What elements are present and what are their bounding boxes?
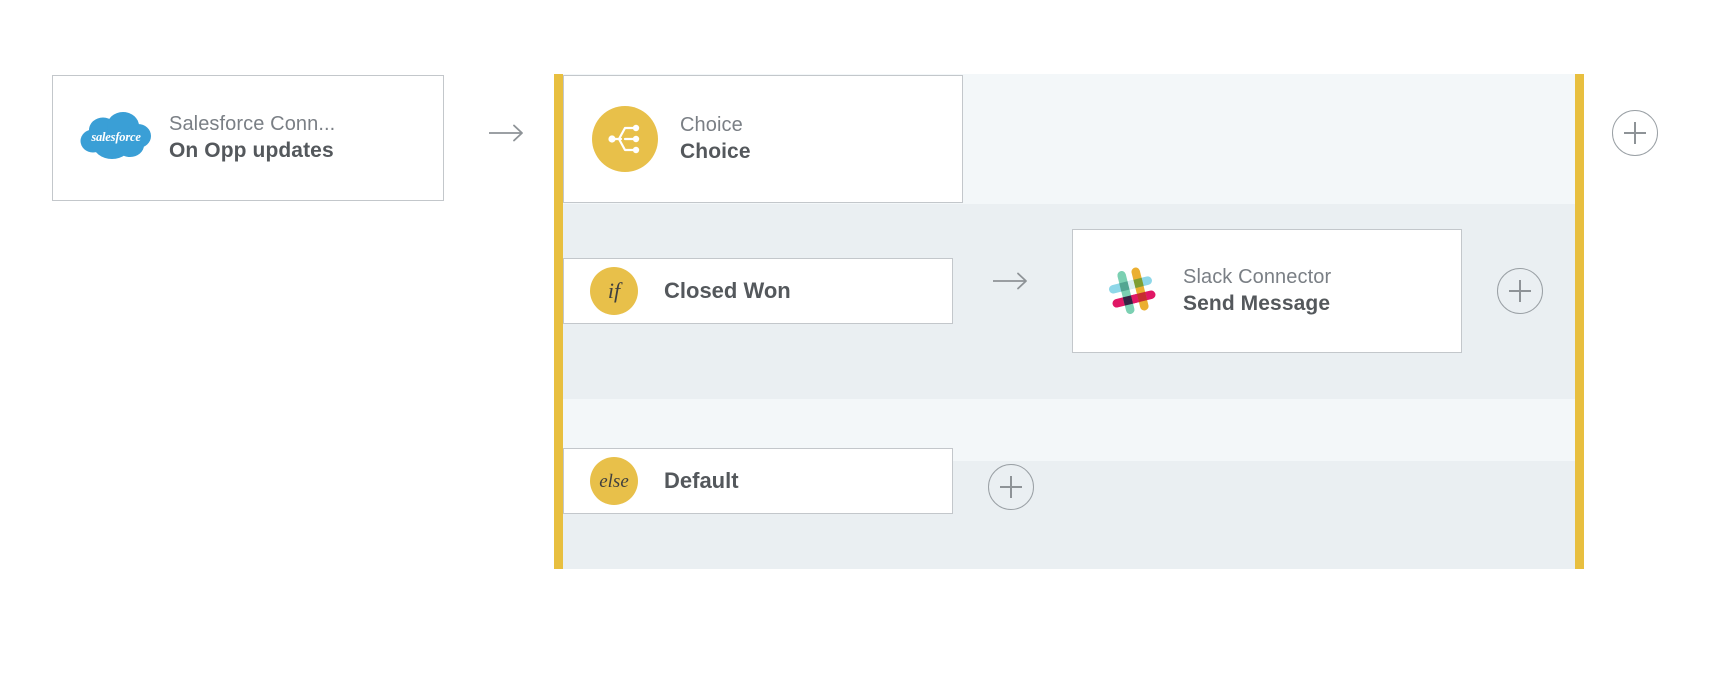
trigger-operation-label: On Opp updates	[169, 139, 334, 163]
if-badge-wrapper: if	[590, 267, 638, 315]
plus-icon-vertical	[1519, 280, 1521, 302]
slack-operation-label: Send Message	[1183, 292, 1331, 316]
slack-connector-label: Slack Connector	[1183, 266, 1332, 288]
branch-card-if[interactable]: if Closed Won	[563, 258, 953, 324]
step-card-slack[interactable]: Slack Connector Send Message	[1072, 229, 1462, 353]
else-badge-icon: else	[590, 457, 638, 505]
arrow-trigger-to-choice-icon	[488, 122, 530, 149]
else-badge-text: else	[599, 470, 629, 492]
slack-logo-icon	[1103, 262, 1161, 320]
branch-card-else[interactable]: else Default	[563, 448, 953, 514]
salesforce-cloud-icon: salesforce	[79, 108, 153, 168]
branch-if-title: Closed Won	[664, 278, 791, 303]
arrow-if-to-slack-icon	[992, 270, 1034, 297]
else-badge-wrapper: else	[590, 457, 638, 505]
choice-operation-label: Choice	[680, 140, 751, 164]
choice-connector-label: Choice	[680, 114, 743, 136]
trigger-card-salesforce[interactable]: salesforce Salesforce Conn... On Opp upd…	[52, 75, 444, 201]
branch-else-title: Default	[664, 468, 739, 493]
add-step-after-slack-button[interactable]	[1497, 268, 1543, 314]
slack-card-text: Slack Connector Send Message	[1183, 265, 1331, 317]
choice-scope-rail-right	[1575, 74, 1584, 569]
choice-icon-wrapper	[592, 106, 658, 172]
flow-canvas: salesforce Salesforce Conn... On Opp upd…	[0, 0, 1712, 684]
choice-scope-rail-left	[554, 74, 563, 569]
choice-card-text: Choice Choice	[680, 113, 751, 165]
add-step-in-else-branch-button[interactable]	[988, 464, 1034, 510]
trigger-card-text: Salesforce Conn... On Opp updates	[169, 112, 335, 164]
plus-icon-vertical	[1634, 122, 1636, 144]
choice-branch-icon	[592, 106, 658, 172]
plus-icon-vertical	[1010, 476, 1012, 498]
choice-card[interactable]: Choice Choice	[563, 75, 963, 203]
svg-text:salesforce: salesforce	[90, 130, 141, 144]
trigger-connector-label: Salesforce Conn...	[169, 113, 336, 135]
if-badge-text: if	[607, 278, 621, 303]
if-badge-icon: if	[590, 267, 638, 315]
add-step-after-scope-button[interactable]	[1612, 110, 1658, 156]
